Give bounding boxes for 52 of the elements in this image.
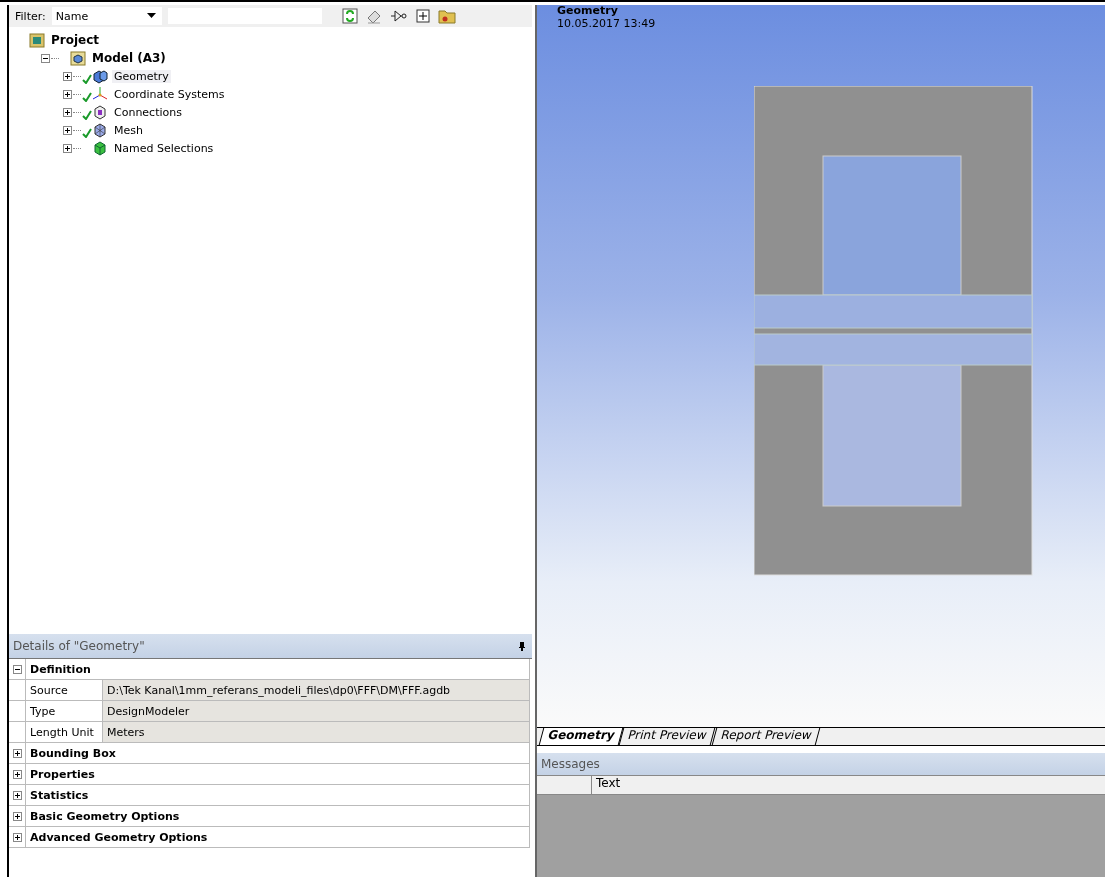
expand-icon[interactable] bbox=[63, 143, 72, 153]
pin-icon[interactable] bbox=[518, 640, 526, 652]
cube-icon bbox=[92, 104, 108, 120]
expand-icon[interactable] bbox=[12, 769, 22, 779]
tree-item[interactable]: Project bbox=[49, 33, 102, 47]
expand-icon[interactable] bbox=[12, 790, 22, 800]
filter-dropdown[interactable]: Name bbox=[51, 7, 162, 25]
expand-icon[interactable] bbox=[12, 811, 22, 821]
cubes-icon bbox=[92, 68, 108, 84]
column-header[interactable]: Text bbox=[592, 776, 621, 794]
group-header[interactable]: Properties bbox=[25, 764, 530, 784]
mesh-cube-icon bbox=[92, 122, 108, 138]
group-header[interactable]: Definition bbox=[25, 659, 530, 679]
expand-icon[interactable] bbox=[63, 125, 72, 135]
property-value: Meters bbox=[103, 722, 530, 742]
collapse-icon[interactable] bbox=[41, 53, 50, 63]
gate-icon[interactable] bbox=[389, 8, 408, 24]
refresh-icon[interactable] bbox=[341, 8, 358, 24]
group-header[interactable]: Bounding Box bbox=[25, 743, 530, 763]
viewport-title: Geometry bbox=[557, 5, 619, 17]
expand-icon[interactable] bbox=[12, 832, 22, 842]
panel-title: Messages bbox=[541, 757, 600, 771]
cube-icon bbox=[92, 140, 108, 156]
expand-icon[interactable] bbox=[63, 89, 72, 99]
tree-item[interactable]: Geometry bbox=[112, 69, 171, 83]
tree-item[interactable]: Named Selections bbox=[112, 141, 216, 155]
expand-icon[interactable] bbox=[12, 748, 22, 758]
view-tab[interactable]: Report Preview bbox=[711, 728, 821, 745]
view-tab[interactable]: Print Preview bbox=[619, 728, 716, 745]
cube-icon bbox=[70, 50, 86, 66]
panel-title: Details of "Geometry" bbox=[13, 639, 145, 653]
timestamp: 10.05.2017 13:49 bbox=[557, 17, 656, 31]
filter-label: Filter: bbox=[15, 9, 46, 23]
axes-icon bbox=[92, 86, 108, 102]
eraser-icon[interactable] bbox=[365, 8, 382, 24]
collapse-icon[interactable] bbox=[12, 664, 22, 674]
tree-item[interactable]: Connections bbox=[112, 105, 184, 119]
tree-item[interactable]: Mesh bbox=[112, 123, 145, 137]
expand-icon[interactable] bbox=[63, 71, 72, 81]
dropdown-arrow-icon[interactable] bbox=[146, 13, 156, 19]
folder-icon bbox=[29, 32, 45, 48]
tree-item[interactable]: Model (A3) bbox=[90, 51, 168, 65]
folder-icon[interactable] bbox=[437, 8, 456, 24]
property-value: DesignModeler bbox=[103, 701, 530, 721]
group-header[interactable]: Advanced Geometry Options bbox=[25, 827, 530, 847]
expand-all-icon[interactable] bbox=[415, 9, 430, 23]
property-value: D:\Tek Kanal\1mm_referans_modeli_files\dp0\FFF\DM\FFF.agdb bbox=[103, 680, 530, 700]
group-header[interactable]: Basic Geometry Options bbox=[25, 806, 530, 826]
tree-item[interactable]: Coordinate Systems bbox=[112, 87, 227, 101]
view-tab[interactable]: Geometry bbox=[538, 728, 624, 745]
group-header[interactable]: Statistics bbox=[25, 785, 530, 805]
expand-icon[interactable] bbox=[63, 107, 72, 117]
